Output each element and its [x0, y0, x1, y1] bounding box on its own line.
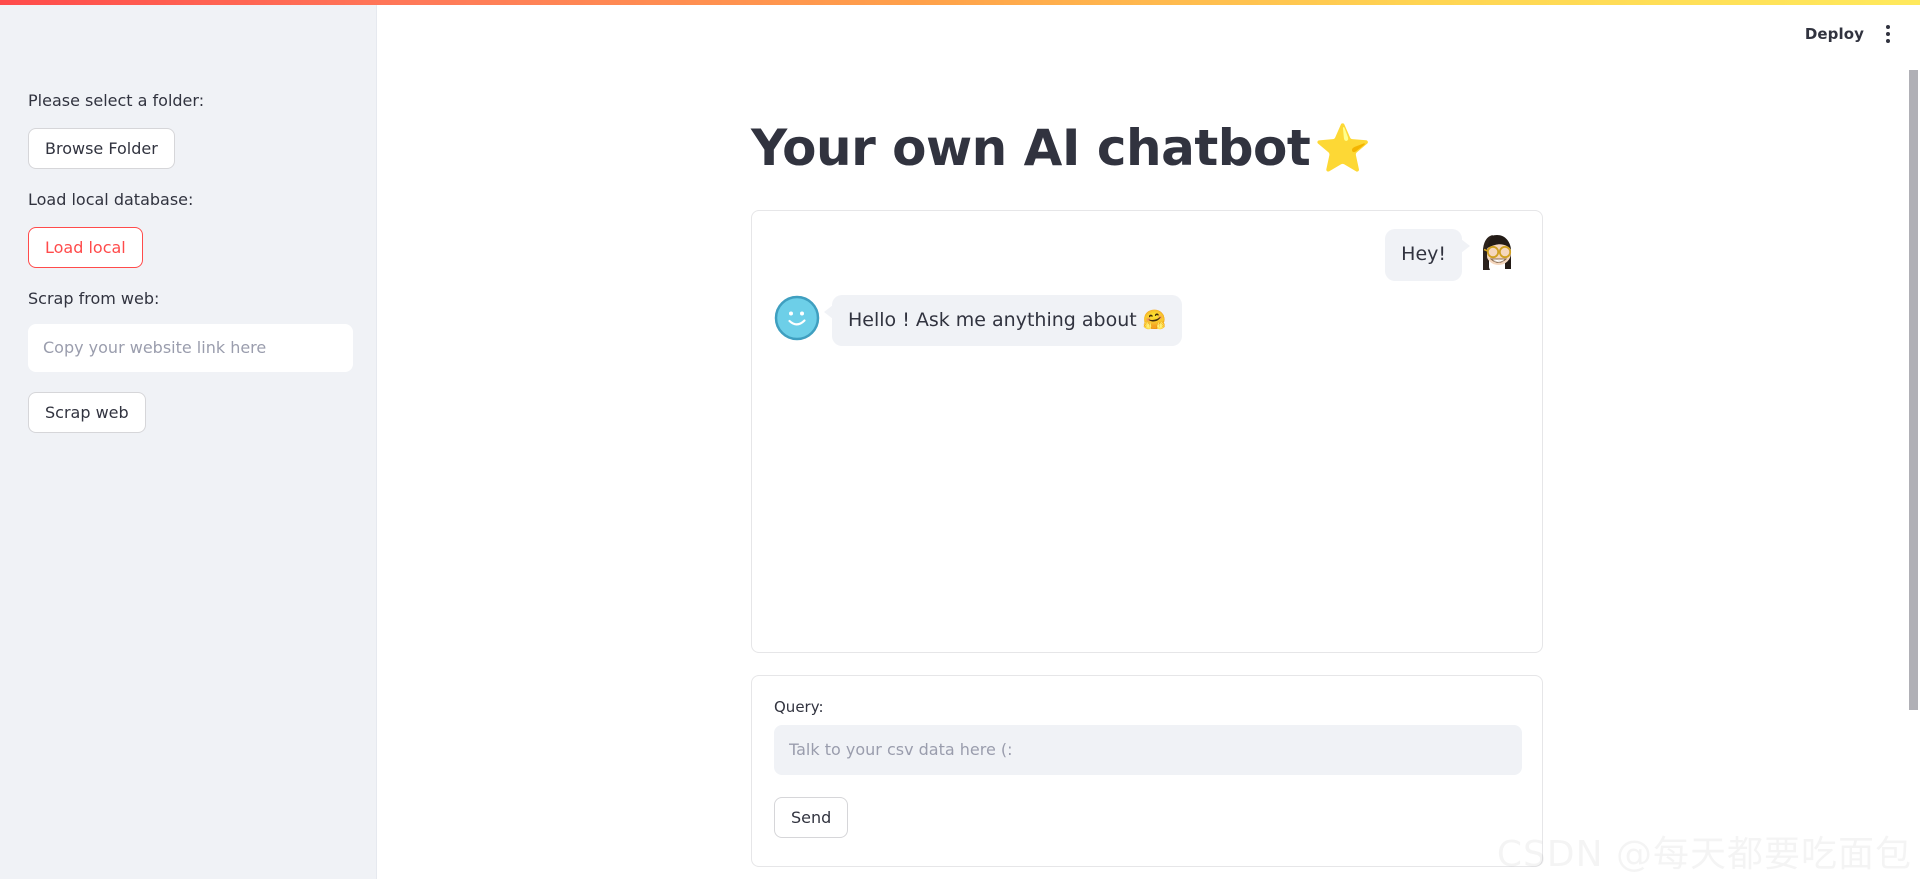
- send-button[interactable]: Send: [774, 796, 849, 839]
- page-scrollbar[interactable]: [1907, 5, 1920, 879]
- bot-avatar: [774, 295, 820, 341]
- query-input[interactable]: [774, 725, 1522, 775]
- chat-message-bot: Hello ! Ask me anything about 🤗: [774, 294, 1520, 347]
- sidebar: Please select a folder: Browse Folder Lo…: [0, 5, 377, 879]
- user-avatar: [1474, 229, 1520, 275]
- main-content: Your own AI chatbot ⭐ Hey! Hello ! Ask m…: [377, 5, 1920, 879]
- page-title: Your own AI chatbot ⭐: [751, 118, 1543, 178]
- deploy-button[interactable]: Deploy: [1805, 25, 1864, 43]
- query-form: Query: Send: [751, 675, 1543, 868]
- top-progress-bar: [0, 0, 1920, 5]
- header-toolbar: Deploy: [1805, 5, 1920, 63]
- chat-history-container: Hey! Hello ! Ask me anything about 🤗: [751, 210, 1543, 653]
- page-scrollbar-thumb[interactable]: [1909, 70, 1918, 710]
- load-local-button[interactable]: Load local: [28, 226, 143, 269]
- folder-select-label: Please select a folder:: [28, 91, 205, 110]
- scrap-from-web-label: Scrap from web:: [28, 289, 160, 309]
- query-label: Query:: [774, 698, 824, 716]
- chat-bubble-user: Hey!: [1385, 229, 1470, 281]
- load-local-database-label: Load local database:: [28, 190, 194, 210]
- page-title-text: Your own AI chatbot: [751, 119, 1311, 177]
- kebab-menu-icon[interactable]: [1882, 19, 1894, 49]
- star-icon: ⭐: [1314, 121, 1372, 175]
- browse-folder-button[interactable]: Browse Folder: [28, 127, 175, 170]
- scrap-web-button[interactable]: Scrap web: [28, 391, 146, 434]
- chat-bubble-bot: Hello ! Ask me anything about 🤗: [823, 294, 1183, 347]
- app-root: Please select a folder: Browse Folder Lo…: [0, 0, 1920, 879]
- chat-message-user: Hey!: [774, 229, 1520, 281]
- website-url-input[interactable]: [28, 323, 353, 372]
